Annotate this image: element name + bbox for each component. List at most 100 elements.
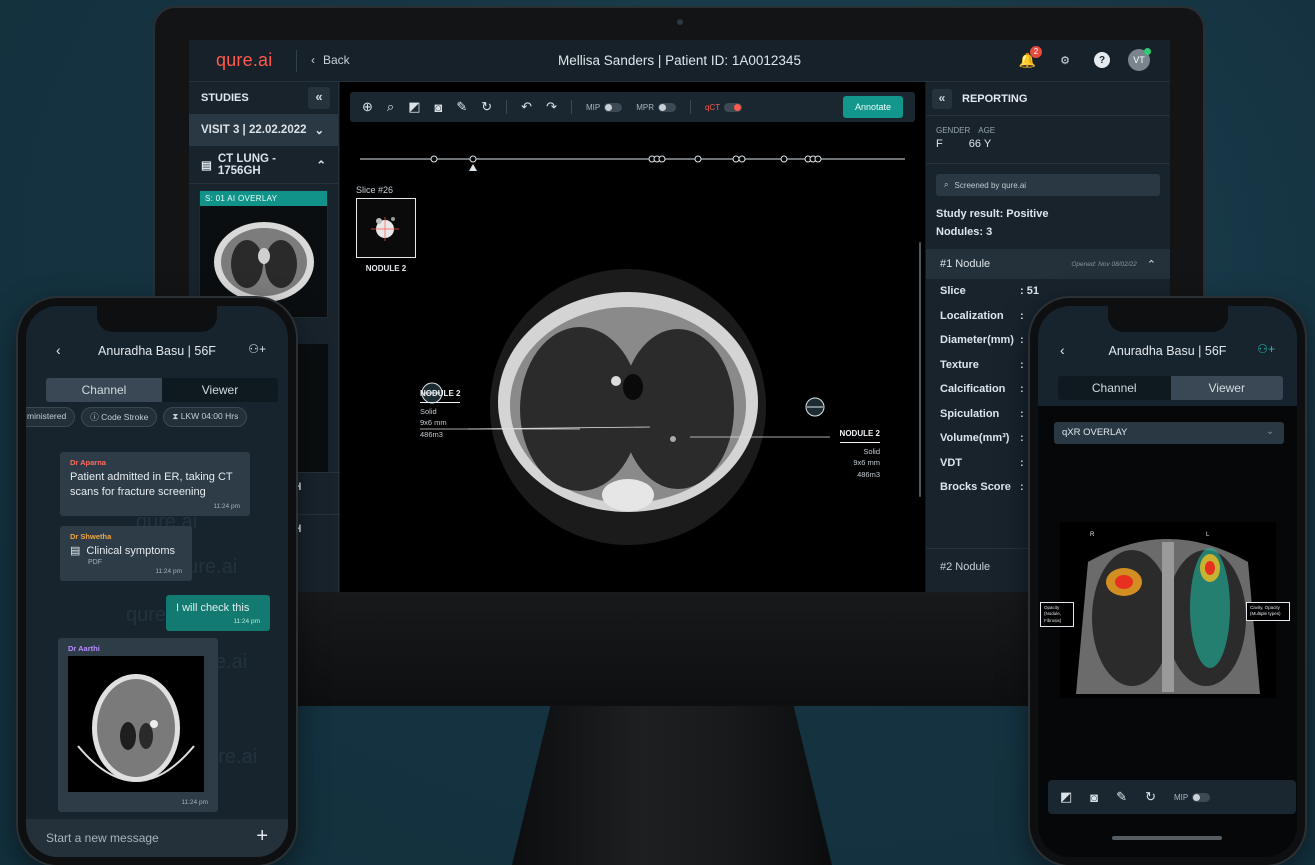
chat-message-image[interactable]: Dr Aarthi 11:24 pm <box>58 638 218 812</box>
undo-icon[interactable]: ↶ <box>521 99 532 115</box>
rotate-icon[interactable]: ↻ <box>1145 789 1156 805</box>
ct-scan-image <box>490 269 766 545</box>
nodule-annotation-left[interactable]: NODULE 2 Solid 9x6 mm 486m3 <box>420 388 461 440</box>
phone-left: ‹ Anuradha Basu | 56F ⚇+ Channel Viewer … <box>18 298 296 865</box>
nodule-thumb-label: NODULE 2 <box>365 264 407 273</box>
field-label: Localization <box>940 309 1004 322</box>
finding-label-right[interactable]: Cavity, Opacity (Multiple types) <box>1246 602 1290 621</box>
monitor-stand <box>512 706 832 865</box>
nodule-crop-image <box>356 198 416 258</box>
plus-icon[interactable]: + <box>256 825 268 848</box>
phone-right-screen: ‹ Anuradha Basu | 56F ⚇+ Channel Viewer … <box>1038 306 1297 857</box>
screened-badge: ⌕ Screened by qure.ai <box>936 174 1160 196</box>
mip-switch <box>604 102 623 112</box>
mip-toggle[interactable]: MIP <box>586 102 623 112</box>
series-title: CT LUNG - 1756GH <box>217 152 277 177</box>
gender-value: F <box>936 138 943 150</box>
tab-channel[interactable]: Channel <box>46 378 162 402</box>
tab-viewer[interactable]: Viewer <box>1170 376 1283 400</box>
home-indicator <box>1112 836 1222 840</box>
chip-code-stroke[interactable]: ⓘ Code Stroke <box>81 407 158 427</box>
nodule-1-opened: Opened: Nov 08/02/22 <box>1071 260 1137 268</box>
study-result: Study result: Positive <box>936 208 1049 220</box>
mpr-toggle[interactable]: MPR <box>636 102 676 112</box>
chip-administered[interactable]: ministered <box>26 407 76 427</box>
invert-icon[interactable]: ◙ <box>1090 790 1098 805</box>
chat-message-attachment[interactable]: Dr Shwetha ▤ Clinical symptoms PDF 11:24 … <box>60 526 192 582</box>
message-composer[interactable]: Start a new message + <box>26 819 288 857</box>
message-text: I will check this <box>176 602 250 614</box>
collapse-studies-button[interactable]: « <box>308 87 330 109</box>
redo-icon[interactable]: ↷ <box>546 99 557 115</box>
measure-icon[interactable]: ✎ <box>456 99 467 115</box>
window-level-icon[interactable]: ◩ <box>1060 789 1072 805</box>
zoom-in-icon[interactable]: ⊕ <box>362 99 373 115</box>
top-bar: qure.ai ‹ Back Mellisa Sanders | Patient … <box>189 40 1170 82</box>
series-header[interactable]: ▤ CT LUNG - 1756GH ⌃ <box>189 146 338 184</box>
tab-channel[interactable]: Channel <box>1058 376 1171 400</box>
studies-header: STUDIES <box>201 92 249 104</box>
add-user-icon[interactable]: ⚇+ <box>1257 342 1275 356</box>
camera <box>677 19 683 25</box>
attachment-name: Clinical symptoms <box>86 545 176 557</box>
age-value: 66 Y <box>968 138 992 150</box>
nodule-1-title: #1 Nodule <box>940 258 991 271</box>
chat-message-outgoing[interactable]: I will check this 11:24 pm <box>166 595 270 632</box>
mpr-switch <box>657 102 676 112</box>
brain-ct-image <box>68 656 204 792</box>
slice-timeline[interactable] <box>360 152 905 172</box>
chip-lkw[interactable]: ⧗ LKW 04:00 Hrs <box>163 407 248 427</box>
annotation-volume: 486m3 <box>857 469 880 479</box>
mip-label: MIP <box>1173 792 1189 802</box>
annotation-texture: Solid <box>420 407 437 416</box>
notification-bell-icon[interactable]: 🔔 2 <box>1019 45 1042 69</box>
reporting-header: REPORTING <box>962 92 1028 105</box>
viewer-scrollbar[interactable] <box>919 242 921 497</box>
nodule-thumbnail[interactable]: Slice #26 NODULE 2 <box>356 185 416 273</box>
nodule-marker-right[interactable] <box>804 396 826 423</box>
field-label: Volume(mm³) <box>940 432 1010 445</box>
gear-icon[interactable]: ⚙ <box>1054 49 1076 71</box>
qct-toggle[interactable]: qCT <box>704 102 743 112</box>
viewer-toolbar: ⊕ ⌕ ◩ ◙ ✎ ↻ ↶ ↷ MIP MPR qCT Annotate <box>350 92 915 122</box>
add-user-icon[interactable]: ⚇+ <box>248 342 266 356</box>
annotation-volume: 486m3 <box>420 429 443 439</box>
overlay-select[interactable]: qXR OVERLAY ⌄ <box>1054 422 1284 444</box>
attachment-type: PDF <box>88 559 102 567</box>
field-value: : <box>1020 383 1024 396</box>
compose-placeholder: Start a new message <box>46 831 159 845</box>
window-level-icon[interactable]: ◩ <box>408 99 420 115</box>
screened-label: Screened by qure.ai <box>954 180 1027 190</box>
chat-message[interactable]: Dr Aparna Patient admitted in ER, taking… <box>60 452 250 516</box>
finding-label-left[interactable]: Opacity (Nodule, Fibrosis) <box>1040 602 1074 627</box>
tab-viewer[interactable]: Viewer <box>162 378 278 402</box>
user-avatar[interactable]: VT <box>1128 48 1151 71</box>
qct-switch <box>724 102 743 112</box>
image-viewer[interactable]: ⊕ ⌕ ◩ ◙ ✎ ↻ ↶ ↷ MIP MPR qCT Annotate Sli… <box>340 82 925 592</box>
desktop-screen: qure.ai ‹ Back Mellisa Sanders | Patient … <box>189 40 1170 592</box>
annotate-button[interactable]: Annotate <box>842 96 903 118</box>
help-icon[interactable]: ? <box>1094 52 1110 68</box>
field-label: Slice <box>940 285 966 298</box>
visit-selector[interactable]: VISIT 3 | 22.02.2022 ⌄ <box>189 114 338 146</box>
invert-icon[interactable]: ◙ <box>434 100 442 115</box>
nodule-1-header[interactable]: #1 Nodule Opened: Nov 08/02/22 ⌃ <box>926 249 1170 280</box>
online-indicator <box>1144 48 1151 55</box>
mip-toggle[interactable]: MIP <box>1173 792 1211 802</box>
field-label: Spiculation <box>940 407 1000 420</box>
measure-icon[interactable]: ✎ <box>1116 789 1127 805</box>
chevron-up-icon: ⌃ <box>1146 258 1156 271</box>
avatar-initials: VT <box>1133 55 1145 65</box>
field-label: Diameter(mm) <box>940 334 1014 347</box>
search-icon[interactable]: ⌕ <box>387 99 394 115</box>
status-chips: ministered ⓘ Code Stroke ⧗ LKW 04:00 Hrs <box>26 407 248 427</box>
message-text: Patient admitted in ER, taking CT scans … <box>70 471 233 499</box>
demographics: GENDER AGE F 66 Y <box>926 116 1170 164</box>
overlay-select-value: qXR OVERLAY <box>1062 427 1128 438</box>
field-value: : <box>1020 456 1024 469</box>
rotate-icon[interactable]: ↻ <box>481 99 492 115</box>
chevron-down-icon: ⌄ <box>314 125 325 137</box>
nodule-annotation-right[interactable]: NODULE 2 Solid 9x6 mm 486m3 <box>780 428 880 480</box>
qct-label: qCT <box>704 102 721 112</box>
collapse-reporting-button[interactable]: « <box>932 88 952 109</box>
